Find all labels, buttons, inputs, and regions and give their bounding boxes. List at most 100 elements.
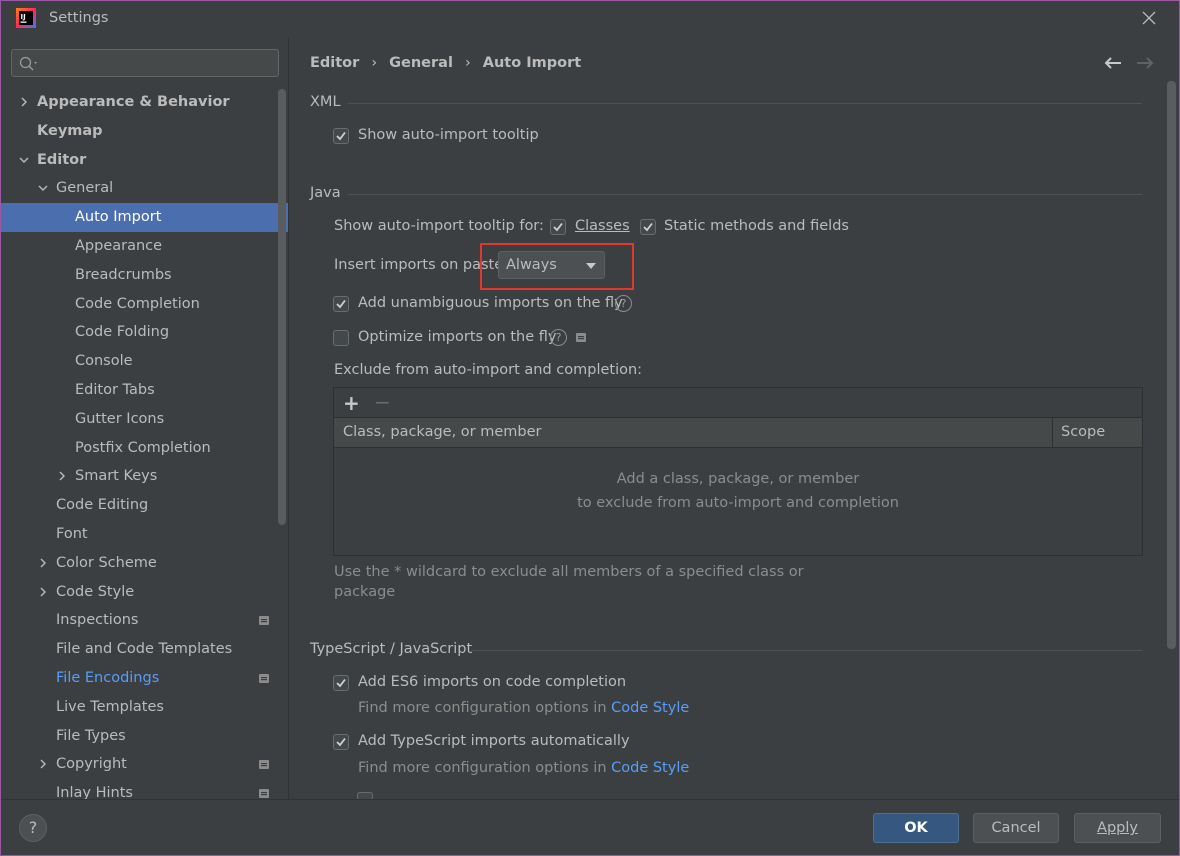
sidebar-item-editor-tabs[interactable]: Editor Tabs [1,376,288,405]
project-settings-icon [259,616,269,626]
sidebar-item-inlay-hints[interactable]: Inlay Hints [1,779,288,799]
add-button[interactable]: + [343,391,360,415]
dialog-footer: ? OK Cancel Apply [1,799,1179,855]
chevron-down-icon[interactable] [19,155,29,165]
chevron-right-icon[interactable] [38,759,48,769]
sidebar-item-label: Code Completion [75,295,200,312]
sidebar-item-code-completion[interactable]: Code Completion [1,290,288,319]
search-input[interactable] [11,49,279,77]
add-unambiguous-checkbox[interactable] [333,296,349,312]
exclude-label: Exclude from auto-import and completion: [334,362,643,378]
section-title-xml: XML [310,94,341,110]
sidebar-item-code-style[interactable]: Code Style [1,578,288,607]
wildcard-hint: package [334,584,396,600]
apply-label: Apply [1097,820,1138,836]
project-settings-icon [576,333,586,342]
sidebar-item-code-editing[interactable]: Code Editing [1,491,288,520]
title-bar: IJ Settings [1,1,1179,37]
java-classes-checkbox[interactable] [550,219,566,235]
sidebar-item-color-scheme[interactable]: Color Scheme [1,549,288,578]
help-circle-icon[interactable]: ? [550,329,567,346]
sidebar-item-postfix-completion[interactable]: Postfix Completion [1,434,288,463]
java-static-methods-checkbox[interactable] [640,219,656,235]
sidebar-item-auto-import[interactable]: Auto Import [1,203,288,232]
apply-button[interactable]: Apply [1074,813,1161,843]
help-circle-icon[interactable]: ? [615,295,632,312]
sidebar-item-label: Code Style [56,583,135,600]
close-icon[interactable] [1139,8,1159,28]
ok-button[interactable]: OK [873,813,959,843]
section-divider [471,650,1142,651]
chevron-down-icon[interactable] [38,183,48,193]
intellij-app-icon: IJ [16,8,36,28]
cancel-button[interactable]: Cancel [973,813,1059,843]
sidebar-item-live-templates[interactable]: Live Templates [1,693,288,722]
column-header-scope[interactable]: Scope [1061,424,1105,440]
column-header-class[interactable]: Class, package, or member [343,424,542,440]
remove-button[interactable]: − [374,390,391,414]
sidebar-item-file-types[interactable]: File Types [1,722,288,751]
chevron-right-icon[interactable] [57,471,67,481]
sidebar-item-label: Editor Tabs [75,381,155,398]
breadcrumb: Editor › General › Auto Import [310,55,581,71]
sidebar-item-label: File Encodings [56,669,160,686]
optimize-on-fly-checkbox[interactable] [333,330,349,346]
column-divider [1052,418,1053,448]
sidebar-item-breadcrumbs[interactable]: Breadcrumbs [1,261,288,290]
chevron-right-icon[interactable] [19,97,29,107]
sidebar-item-editor[interactable]: Editor [1,146,288,175]
section-title-typescript: TypeScript / JavaScript [310,641,473,657]
sidebar-item-appearance-behavior[interactable]: Appearance & Behavior [1,88,288,117]
sidebar-item-appearance[interactable]: Appearance [1,232,288,261]
sidebar-item-file-encodings[interactable]: File Encodings [1,664,288,693]
sidebar-item-smart-keys[interactable]: Smart Keys [1,462,288,491]
content-scrollbar[interactable] [1167,81,1176,649]
sidebar-item-copyright[interactable]: Copyright [1,750,288,779]
partially-hidden-checkbox[interactable] [357,792,373,799]
es6-imports-label: Add ES6 imports on code completion [358,674,627,690]
sidebar-item-label: File Types [56,727,126,744]
java-classes-label: Classes [575,218,630,234]
es6-hint-text: Find more configuration options in [358,700,607,716]
sidebar-item-inspections[interactable]: Inspections [1,606,288,635]
sidebar-item-label: Gutter Icons [75,410,165,427]
java-tooltip-for-label: Show auto-import tooltip for: [334,218,544,234]
settings-content: Editor › General › Auto Import XML Show auto… [290,37,1179,799]
breadcrumb-editor: Editor [310,55,360,71]
help-button[interactable]: ? [19,814,47,842]
table-header: Class, package, or member Scope [334,418,1142,448]
sidebar-item-console[interactable]: Console [1,347,288,376]
back-arrow-icon[interactable] [1104,56,1122,70]
code-style-link[interactable]: Code Style [611,760,689,776]
sidebar-item-label: Auto Import [75,209,162,226]
table-toolbar: + − [334,388,1142,418]
xml-show-tooltip-checkbox[interactable] [333,128,349,144]
sidebar-item-general[interactable]: General [1,174,288,203]
empty-table-text: to exclude from auto-import and completi… [577,495,899,511]
ts-hint: Find more configuration options in Code … [358,760,689,776]
empty-table-text: Add a class, package, or member [616,471,860,487]
checkmark-icon [553,222,563,232]
sidebar-item-label: Appearance [75,237,163,254]
sidebar-item-label: Appearance & Behavior [37,94,230,110]
breadcrumb-separator: › [464,55,471,71]
project-settings-icon [259,760,269,770]
code-style-link[interactable]: Code Style [611,700,689,716]
settings-tree: Appearance & Behavior Keymap Editor General… [1,88,288,799]
sidebar-item-label: Editor [37,151,87,168]
sidebar-item-font[interactable]: Font [1,520,288,549]
chevron-right-icon[interactable] [38,558,48,568]
forward-arrow-icon[interactable] [1136,56,1154,70]
sidebar-item-file-and-code-templates[interactable]: File and Code Templates [1,635,288,664]
chevron-right-icon[interactable] [38,587,48,597]
sidebar-item-label: File and Code Templates [56,641,233,658]
sidebar-scrollbar[interactable] [278,89,286,525]
es6-imports-checkbox[interactable] [333,675,349,691]
sidebar-item-keymap[interactable]: Keymap [1,117,288,146]
search-icon [19,56,37,71]
es6-hint: Find more configuration options in Code … [358,700,689,716]
sidebar-item-gutter-icons[interactable]: Gutter Icons [1,405,288,434]
optimize-on-fly-label: Optimize imports on the fly [358,329,557,345]
ts-auto-imports-checkbox[interactable] [333,734,349,750]
sidebar-item-code-folding[interactable]: Code Folding [1,318,288,347]
